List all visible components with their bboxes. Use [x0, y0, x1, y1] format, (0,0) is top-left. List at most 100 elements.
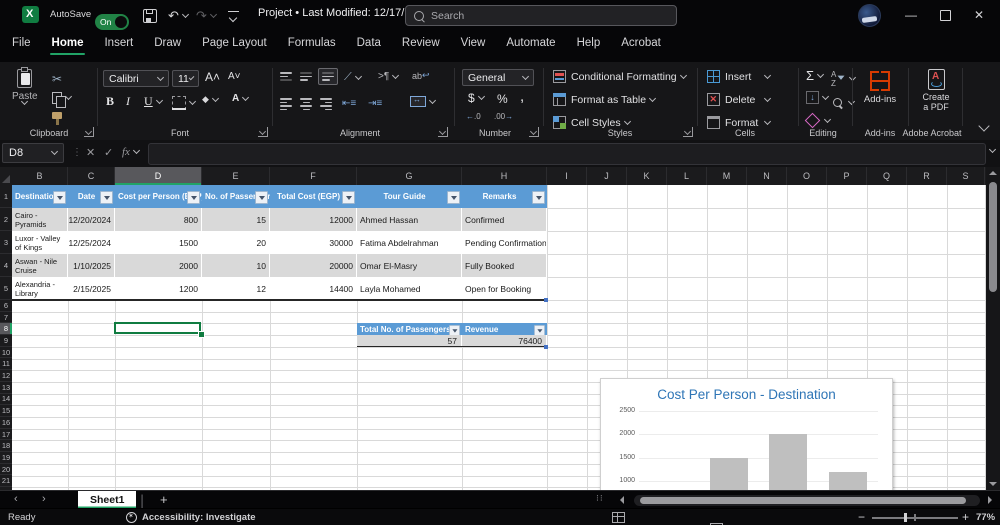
table-cell[interactable]: 12000 [270, 208, 357, 231]
vertical-scroll-thumb[interactable] [989, 182, 997, 292]
table-cell[interactable]: Cairo - Pyramids [12, 208, 68, 231]
align-top-icon[interactable] [280, 72, 292, 81]
table-header-3[interactable]: No. of Passengers [202, 185, 270, 208]
table-cell[interactable]: 14400 [270, 277, 357, 300]
filter-dropdown-icon[interactable] [532, 191, 545, 204]
format-painter-icon[interactable] [52, 112, 62, 125]
align-left-icon[interactable] [280, 98, 292, 110]
filter-dropdown-icon[interactable] [100, 191, 113, 204]
font-color-button[interactable]: A [232, 93, 250, 104]
clipboard-dialog-launcher[interactable] [84, 127, 94, 137]
font-size-select[interactable]: 11 [172, 70, 199, 87]
selected-cell-D8[interactable] [114, 322, 201, 335]
table-cell[interactable]: 12/25/2024 [68, 231, 115, 254]
autosum-button[interactable]: Σ [806, 68, 825, 83]
italic-button[interactable]: I [126, 94, 130, 109]
sheet-tab-sheet1[interactable]: Sheet1 [78, 491, 137, 509]
add-ins-button[interactable]: Add-ins [858, 71, 902, 105]
table-cell[interactable]: 2/15/2025 [68, 277, 115, 300]
hscroll-right-arrow[interactable] [988, 496, 992, 504]
find-select-button[interactable] [833, 97, 856, 107]
clear-button[interactable] [804, 112, 832, 129]
fill-handle[interactable] [198, 331, 205, 339]
scroll-down-arrow[interactable] [989, 482, 997, 486]
table-cell[interactable]: Fatima Abdelrahman [357, 231, 462, 254]
fill-color-button[interactable]: ◆ [202, 94, 219, 105]
align-right-icon[interactable] [320, 98, 332, 110]
align-center-icon[interactable] [300, 98, 312, 110]
autosave-toggle[interactable]: On [95, 14, 129, 30]
menu-tab-home[interactable]: Home [49, 30, 86, 58]
avatar[interactable] [858, 4, 881, 27]
menu-tab-review[interactable]: Review [400, 30, 442, 58]
table-header-6[interactable]: Remarks [462, 185, 547, 208]
filter-dropdown-icon[interactable] [342, 191, 355, 204]
format-as-table-button[interactable]: Format as Table [553, 93, 657, 106]
table-cell[interactable]: Omar El-Masry [357, 254, 462, 277]
align-bottom-icon-selected[interactable] [318, 68, 338, 85]
insert-function-icon[interactable]: fx [122, 146, 140, 158]
menu-tab-help[interactable]: Help [575, 30, 603, 58]
chart-bar-2[interactable] [769, 434, 808, 490]
decrease-decimal-button[interactable]: .00 → [494, 112, 513, 121]
indent-paragraph-button[interactable]: >¶ [378, 71, 400, 82]
filter-dropdown-icon[interactable] [447, 191, 460, 204]
zoom-slider-thumb[interactable] [904, 513, 907, 522]
summary-header-0[interactable]: Total No. of Passengers [357, 323, 462, 336]
table-cell[interactable]: Fully Booked [462, 254, 547, 277]
normal-view-button[interactable] [612, 512, 625, 523]
name-box[interactable]: D8 [2, 143, 64, 163]
copy-button[interactable] [52, 92, 73, 108]
table-cell[interactable]: 1/10/2025 [68, 254, 115, 277]
menu-tab-formulas[interactable]: Formulas [286, 30, 338, 58]
restore-button[interactable] [930, 2, 960, 28]
insert-cells-button[interactable]: Insert [707, 70, 772, 83]
increase-decimal-button[interactable]: ← .0 [466, 112, 481, 121]
wrap-text-button[interactable]: ab ↩ [412, 70, 430, 81]
menu-tab-view[interactable]: View [459, 30, 488, 58]
menu-tab-file[interactable]: File [10, 30, 33, 58]
filter-dropdown-icon[interactable] [255, 191, 268, 204]
horizontal-scroll-thumb[interactable] [640, 496, 966, 504]
menu-tab-automate[interactable]: Automate [504, 30, 557, 58]
new-sheet-button[interactable]: + [160, 492, 168, 507]
menu-tab-page-layout[interactable]: Page Layout [200, 30, 269, 58]
table-cell[interactable]: Luxor - Valley of Kings [12, 231, 68, 254]
menu-tab-acrobat[interactable]: Acrobat [619, 30, 663, 58]
styles-dialog-launcher[interactable] [683, 127, 693, 137]
excel-app-icon[interactable] [22, 6, 39, 23]
table-header-1[interactable]: Date [68, 185, 115, 208]
borders-button[interactable] [172, 96, 197, 110]
align-middle-icon[interactable] [300, 72, 312, 81]
undo-button[interactable]: ↶ [168, 8, 189, 24]
underline-button[interactable]: U [144, 94, 163, 109]
spreadsheet-grid[interactable]: BCDEFGHIJKLMNOPQRS 1 2 3 4 5 6 7 8 9 10 11 12 13 14 15… [0, 167, 986, 490]
zoom-out-button[interactable]: − [858, 510, 865, 524]
table-cell[interactable]: Open for Booking [462, 277, 547, 300]
filter-dropdown-icon[interactable] [187, 191, 200, 204]
cut-icon[interactable]: ✂ [52, 72, 62, 86]
increase-font-size-button[interactable]: A˄ [205, 70, 220, 84]
table-resize-handle[interactable] [544, 298, 548, 302]
table-cell[interactable]: 1200 [115, 277, 202, 300]
table-cell[interactable]: Confirmed [462, 208, 547, 231]
alignment-dialog-launcher[interactable] [438, 127, 448, 137]
cancel-formula-icon[interactable]: ✕ [86, 146, 95, 159]
zoom-in-button[interactable]: + [962, 510, 969, 524]
filter-dropdown-icon[interactable] [53, 191, 66, 204]
fill-button[interactable]: ↓ [806, 91, 830, 104]
prev-sheet-arrow[interactable]: ‹ [14, 493, 18, 505]
table-cell[interactable]: 1500 [115, 231, 202, 254]
table-cell[interactable]: Pending Confirmation [462, 231, 547, 254]
menu-tab-data[interactable]: Data [355, 30, 383, 58]
menu-tab-draw[interactable]: Draw [152, 30, 183, 58]
table-header-2[interactable]: Cost per Person (EGP) [115, 185, 202, 208]
expand-formula-bar-icon[interactable] [988, 145, 997, 154]
tabbar-drag-handle[interactable]: ⁝⁝ [596, 493, 604, 504]
comma-style-button[interactable]: , [520, 88, 524, 105]
table-cell[interactable]: Aswan - Nile Cruise [12, 254, 68, 277]
chart-bar-1[interactable] [709, 457, 748, 490]
number-dialog-launcher[interactable] [529, 127, 539, 137]
accessibility-status[interactable]: Accessibility: Investigate [126, 512, 256, 523]
enter-formula-icon[interactable]: ✓ [104, 146, 113, 159]
